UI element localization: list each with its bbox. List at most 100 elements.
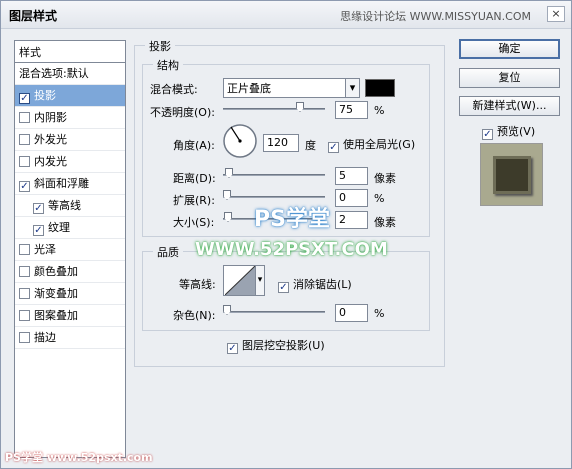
style-item-checkbox[interactable] (19, 288, 30, 299)
style-item-label: 投影 (34, 89, 56, 102)
preview-option[interactable]: ✓ 预览(V) (482, 123, 535, 140)
contour-label: 等高线: (179, 278, 216, 291)
antialias-label: 消除锯齿(L) (293, 278, 352, 291)
style-item[interactable]: 光泽 (15, 239, 125, 261)
style-item-label: 内阴影 (34, 111, 67, 124)
noise-label: 杂色(N): (173, 309, 216, 322)
style-item-label: 等高线 (48, 199, 81, 212)
style-item[interactable]: ✓ 等高线 (15, 195, 125, 217)
blend-mode-label: 混合模式: (150, 83, 198, 96)
preview-square (493, 156, 531, 194)
style-item[interactable]: 混合选项:默认 (15, 63, 125, 85)
chevron-down-icon: ▾ (255, 266, 264, 295)
spread-input[interactable]: 0 (335, 189, 368, 207)
style-item-checkbox[interactable]: ✓ (33, 203, 44, 214)
spread-label: 扩展(R): (173, 194, 215, 207)
global-light-checkbox[interactable]: ✓ (328, 142, 339, 153)
style-item-checkbox[interactable] (19, 244, 30, 255)
style-item-label: 斜面和浮雕 (34, 177, 89, 190)
ps-watermark: PS学堂 (254, 207, 330, 232)
style-item-label: 图案叠加 (34, 309, 78, 322)
style-item[interactable]: 渐变叠加 (15, 283, 125, 305)
opacity-input[interactable]: 75 (335, 101, 368, 119)
style-item-checkbox[interactable]: ✓ (19, 181, 30, 192)
style-item-label: 内发光 (34, 155, 67, 168)
style-item-label: 混合选项:默认 (19, 67, 89, 80)
structure-title: 结构 (153, 57, 183, 73)
style-item-label: 光泽 (34, 243, 56, 256)
style-item-label: 纹理 (48, 221, 70, 234)
style-item-label: 外发光 (34, 133, 67, 146)
size-label: 大小(S): (173, 216, 215, 229)
style-item-label: 渐变叠加 (34, 287, 78, 300)
size-unit: 像素 (374, 216, 396, 229)
blend-mode-select[interactable]: 正片叠底 ▾ (223, 78, 360, 98)
style-item[interactable]: ✓ 斜面和浮雕 (15, 173, 125, 195)
noise-slider-track[interactable] (223, 311, 325, 313)
style-item-label: 颜色叠加 (34, 265, 78, 278)
angle-label: 角度(A): (173, 139, 215, 152)
close-icon[interactable]: × (547, 6, 565, 22)
style-item[interactable]: 颜色叠加 (15, 261, 125, 283)
style-item[interactable]: 内阴影 (15, 107, 125, 129)
distance-slider-track[interactable] (223, 174, 325, 176)
shadow-color-swatch[interactable] (365, 79, 395, 97)
style-item[interactable]: 外发光 (15, 129, 125, 151)
style-item[interactable]: 描边 (15, 327, 125, 349)
bottom-watermark: PS学堂 www.52psxt.com (5, 451, 153, 464)
ok-button[interactable]: 确定 (459, 39, 560, 59)
style-item-checkbox[interactable]: ✓ (33, 225, 44, 236)
noise-input[interactable]: 0 (335, 304, 368, 322)
distance-label: 距离(D): (173, 172, 216, 185)
url-watermark: WWW.52PSXT.COM (195, 239, 388, 260)
style-item-checkbox[interactable] (19, 112, 30, 123)
contour-preview-icon (225, 266, 255, 295)
style-item-checkbox[interactable] (19, 266, 30, 277)
opacity-label: 不透明度(O): (150, 106, 215, 119)
style-item[interactable]: 图案叠加 (15, 305, 125, 327)
style-item-checkbox[interactable] (19, 310, 30, 321)
global-light-option[interactable]: ✓ 使用全局光(G) (328, 136, 415, 153)
antialias-checkbox[interactable]: ✓ (278, 282, 289, 293)
preview-checkbox[interactable]: ✓ (482, 129, 493, 140)
drop-shadow-title: 投影 (145, 38, 175, 54)
style-item-checkbox[interactable] (19, 332, 30, 343)
dialog-title: 图层样式 (9, 9, 58, 23)
contour-picker[interactable]: ▾ (223, 265, 265, 296)
title-bar: 图层样式 思缘设计论坛 WWW.MISSYUAN.COM × (1, 1, 571, 29)
new-style-button[interactable]: 新建样式(W)... (459, 96, 560, 116)
opacity-unit: % (374, 104, 385, 117)
distance-input[interactable]: 5 (335, 167, 368, 185)
blend-mode-value: 正片叠底 (227, 82, 271, 95)
style-preview-thumbnail (480, 143, 543, 206)
distance-unit: 像素 (374, 172, 396, 185)
layer-style-dialog: 图层样式 思缘设计论坛 WWW.MISSYUAN.COM × 样式 混合选项:默… (0, 0, 572, 469)
styles-list-header: 样式 (15, 41, 125, 63)
size-input[interactable]: 2 (335, 211, 368, 229)
style-item[interactable]: 内发光 (15, 151, 125, 173)
spread-slider-track[interactable] (223, 196, 325, 198)
preview-label: 预览(V) (497, 125, 536, 138)
angle-input[interactable]: 120 (263, 134, 299, 152)
style-item-checkbox[interactable] (19, 156, 30, 167)
style-item[interactable]: ✓ 投影 (15, 85, 125, 107)
style-item-checkbox[interactable] (19, 134, 30, 145)
antialias-option[interactable]: ✓ 消除锯齿(L) (278, 276, 352, 293)
styles-list: 样式 混合选项:默认 ✓ 投影内阴影外发光内发光 ✓ 斜面和浮雕 ✓ 等高线 ✓ 纹理光泽颜色叠… (14, 40, 126, 458)
angle-dial[interactable] (222, 123, 258, 159)
chevron-down-icon: ▾ (345, 79, 359, 97)
style-item[interactable]: ✓ 纹理 (15, 217, 125, 239)
style-item-label: 描边 (34, 331, 56, 344)
style-item-checkbox[interactable]: ✓ (19, 93, 30, 104)
global-light-label: 使用全局光(G) (343, 138, 416, 151)
knockout-checkbox[interactable]: ✓ (227, 343, 238, 354)
knockout-option[interactable]: ✓ 图层挖空投影(U) (227, 337, 325, 354)
angle-unit: 度 (305, 139, 316, 152)
spread-unit: % (374, 192, 385, 205)
knockout-label: 图层挖空投影(U) (242, 339, 325, 352)
reset-button[interactable]: 复位 (459, 68, 560, 88)
opacity-slider-track[interactable] (223, 108, 325, 110)
quality-title: 品质 (153, 244, 183, 260)
site-watermark: 思缘设计论坛 WWW.MISSYUAN.COM (340, 10, 531, 23)
noise-unit: % (374, 307, 385, 320)
